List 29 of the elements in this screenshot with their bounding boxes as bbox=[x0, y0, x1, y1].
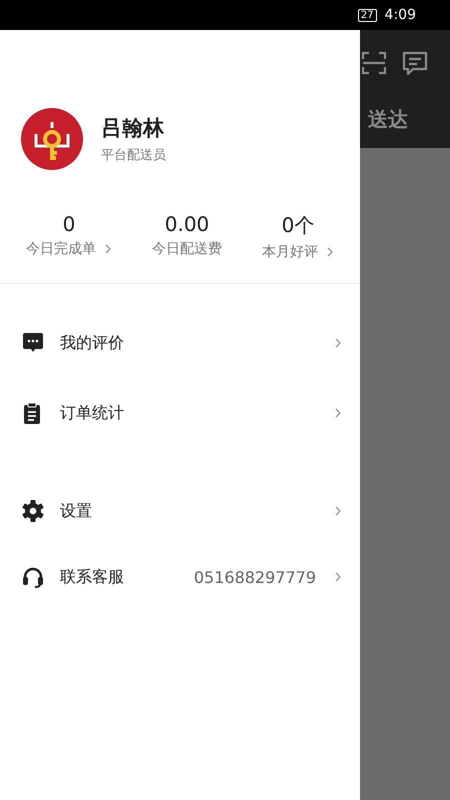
menu-item[interactable]: 联系客服 051688297779 bbox=[0, 544, 360, 610]
user-name: 吕翰林 bbox=[101, 115, 165, 142]
chevron-icon bbox=[104, 243, 112, 255]
headset-icon bbox=[22, 566, 44, 588]
stat-item[interactable]: 0个 本月好评 bbox=[262, 212, 334, 261]
stat-item[interactable]: 0.00 今日配送费 bbox=[152, 212, 222, 261]
menu-label: 联系客服 bbox=[60, 566, 125, 588]
clock: 4:09 bbox=[384, 7, 416, 23]
battery-icon: 27 bbox=[358, 8, 377, 22]
chevron-icon bbox=[334, 407, 342, 419]
chevron-icon bbox=[334, 505, 342, 517]
menu-label: 我的评价 bbox=[60, 332, 125, 354]
message-icon bbox=[401, 50, 429, 78]
chevron-icon bbox=[334, 571, 342, 583]
settings-icon bbox=[22, 500, 44, 522]
menu-label: 订单统计 bbox=[60, 402, 125, 424]
phone-number: 051688297779 bbox=[194, 568, 316, 586]
menu-item[interactable]: 设置 bbox=[0, 478, 360, 544]
logo-icon bbox=[21, 108, 83, 170]
stat-item[interactable]: 0 今日完成单 bbox=[26, 212, 112, 261]
user-role: 平台配送员 bbox=[101, 147, 166, 164]
menu-item[interactable]: 订单统计 bbox=[0, 378, 360, 448]
chevron-icon bbox=[334, 337, 342, 349]
comment-icon bbox=[22, 332, 44, 354]
chevron-icon bbox=[326, 246, 334, 258]
scan-icon bbox=[361, 50, 387, 76]
header-title: 送达 bbox=[368, 106, 409, 133]
menu-item[interactable]: 我的评价 bbox=[0, 308, 360, 378]
menu-label: 设置 bbox=[60, 500, 93, 522]
